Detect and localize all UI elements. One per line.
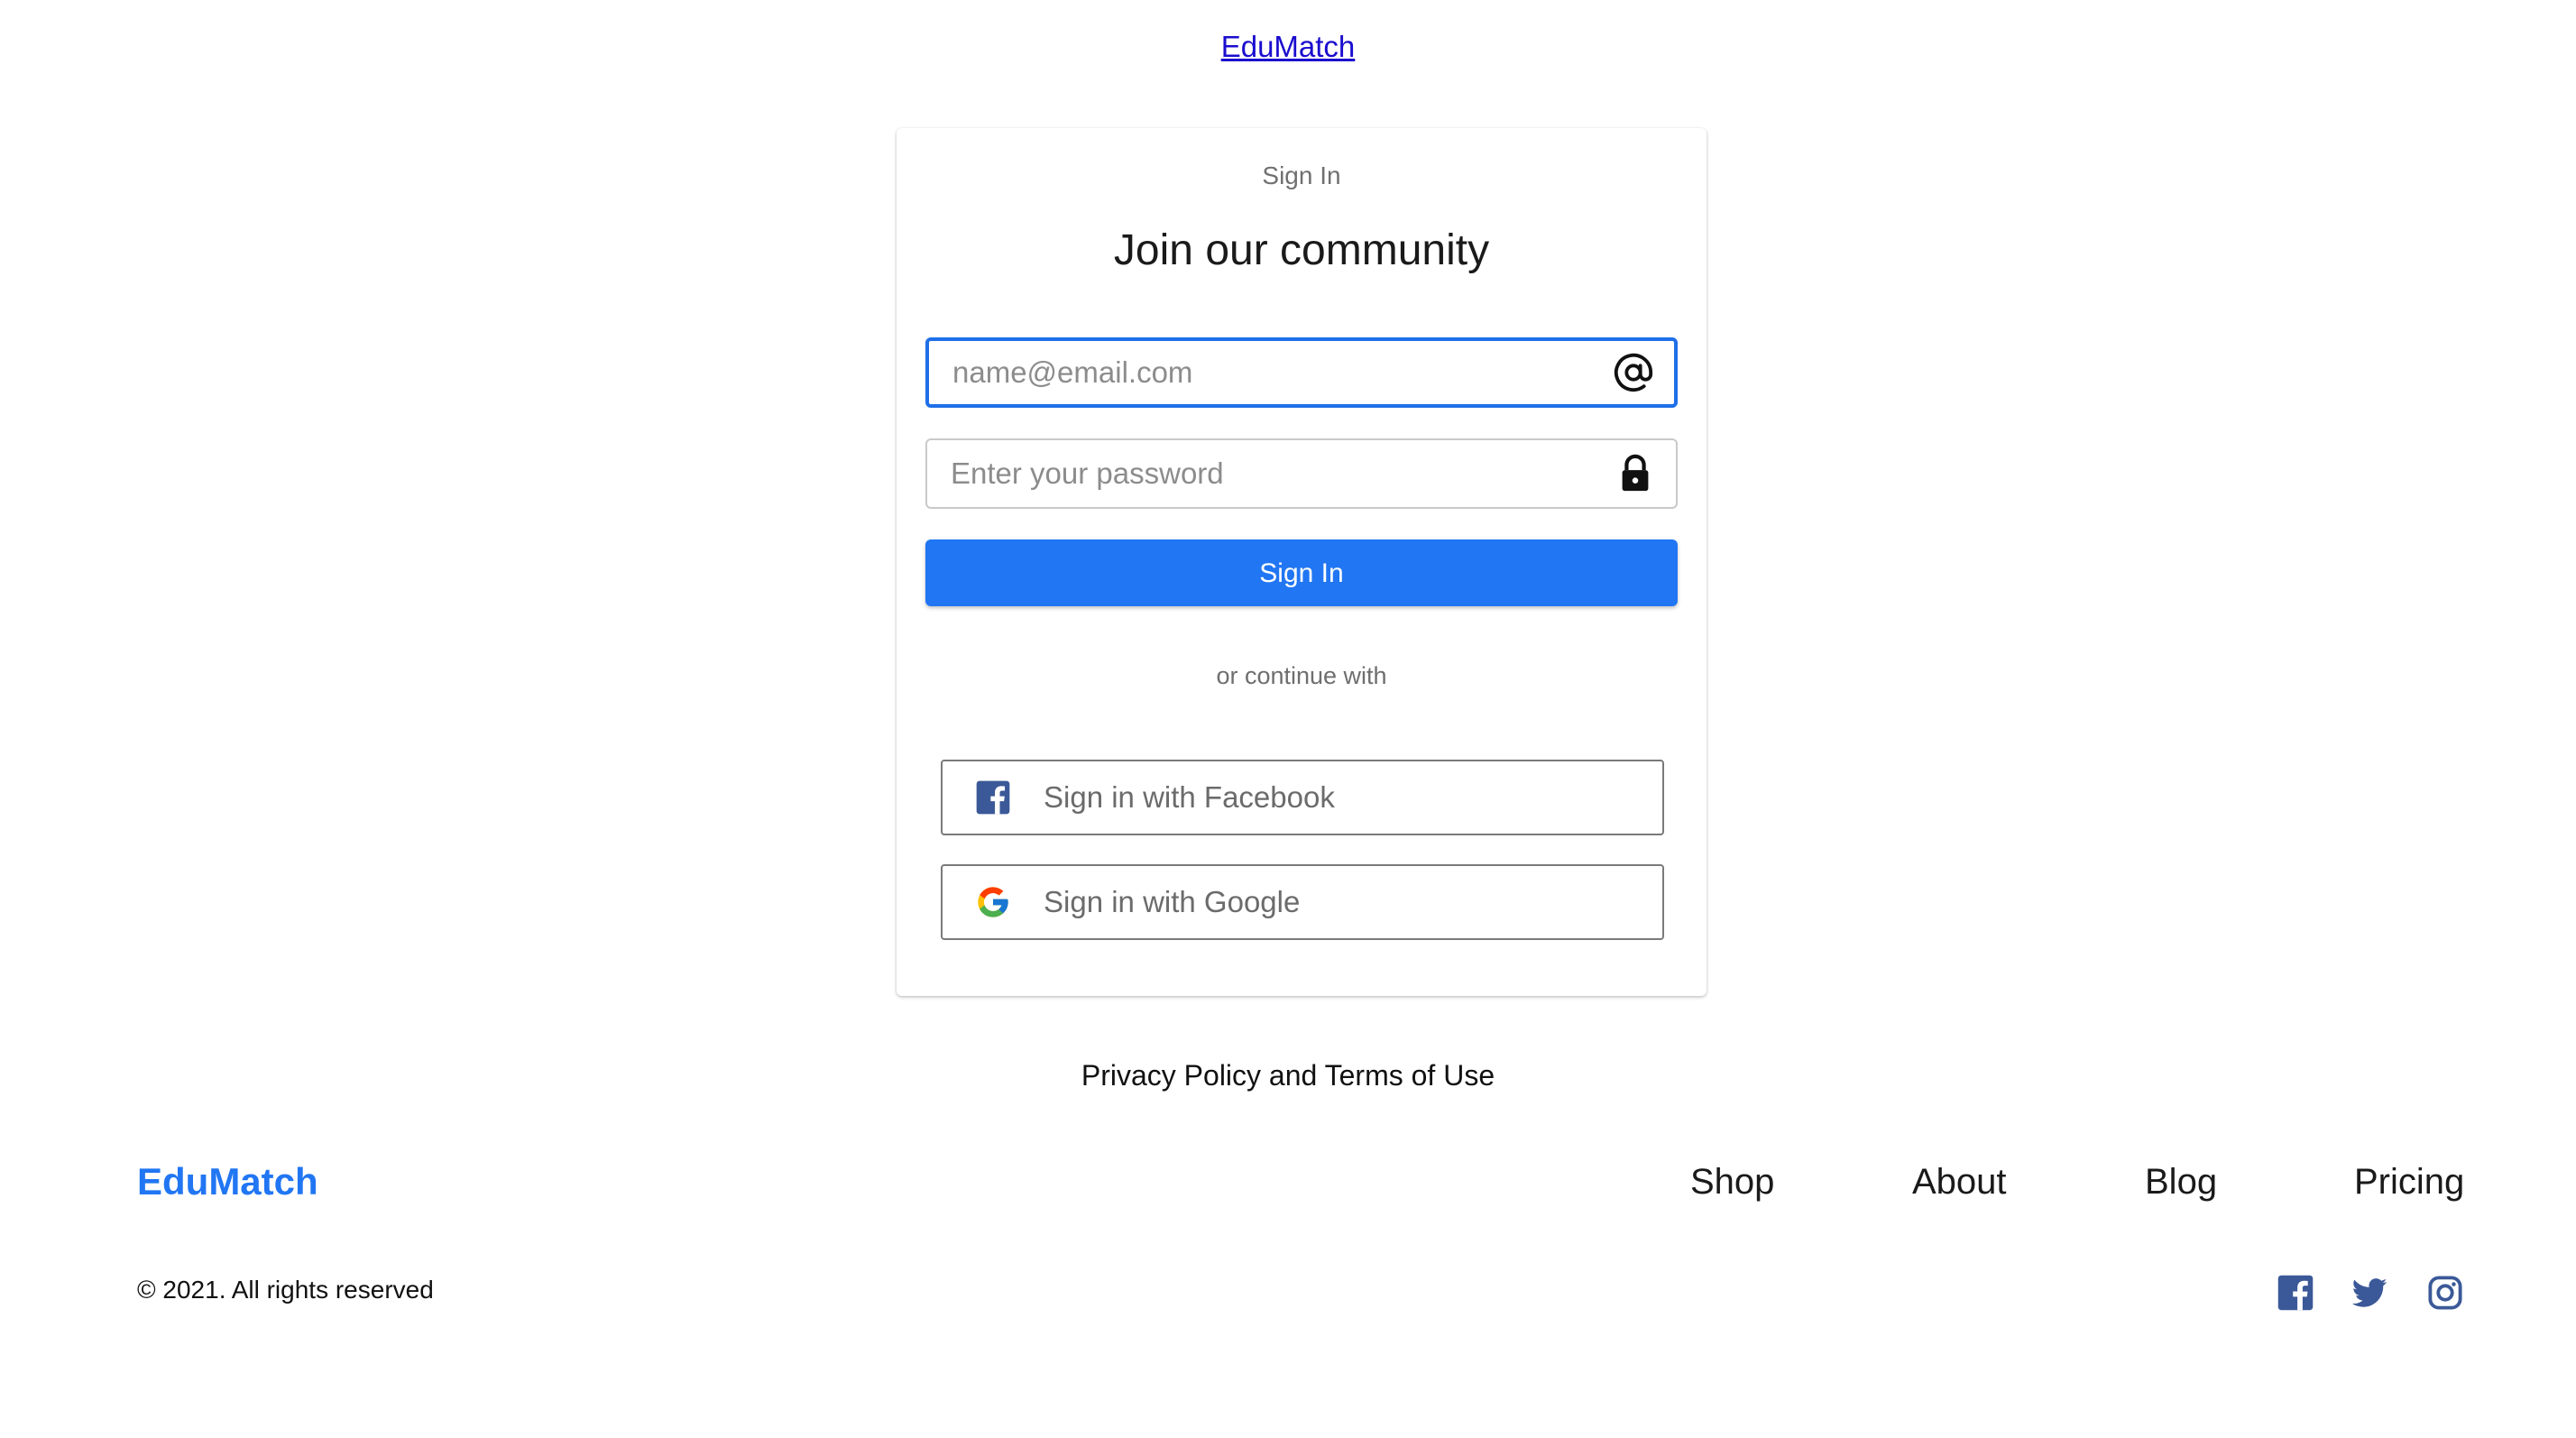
instagram-icon[interactable] — [2426, 1274, 2464, 1312]
copyright-text: © 2021. All rights reserved — [137, 1276, 434, 1304]
password-field-wrapper — [925, 438, 1678, 509]
google-icon — [978, 887, 1008, 917]
at-sign-icon — [1614, 353, 1653, 392]
lock-icon — [1622, 454, 1649, 492]
footer-brand[interactable]: EduMatch — [137, 1160, 318, 1203]
google-sign-in-label: Sign in with Google — [1044, 885, 1301, 918]
footer-nav-blog[interactable]: Blog — [2145, 1162, 2217, 1203]
facebook-sign-in-label: Sign in with Facebook — [1044, 780, 1335, 814]
divider-text: or continue with — [1216, 662, 1387, 689]
card-title: Join our community — [1113, 226, 1490, 274]
header-brand: EduMatch — [0, 29, 2576, 65]
footer-nav-shop[interactable]: Shop — [1690, 1162, 1774, 1203]
twitter-icon[interactable] — [2351, 1274, 2388, 1312]
password-input[interactable] — [927, 440, 1676, 507]
facebook-sign-in-button[interactable]: Sign in with Facebook — [941, 760, 1664, 835]
privacy-policy-link[interactable]: Privacy Policy and Terms of Use — [0, 1059, 2576, 1092]
facebook-icon — [976, 780, 1010, 815]
card-eyebrow: Sign In — [1262, 161, 1341, 189]
google-sign-in-button[interactable]: Sign in with Google — [941, 864, 1664, 940]
footer-nav-pricing[interactable]: Pricing — [2354, 1162, 2464, 1203]
sign-in-page: EduMatch Sign In Join our community Sign… — [0, 0, 2576, 1438]
sign-in-button[interactable]: Sign In — [925, 539, 1678, 606]
brand-link[interactable]: EduMatch — [1221, 30, 1356, 63]
email-field-wrapper — [925, 337, 1678, 408]
email-input[interactable] — [929, 341, 1674, 404]
footer-nav-about[interactable]: About — [1912, 1162, 2007, 1203]
facebook-icon[interactable] — [2277, 1274, 2314, 1312]
